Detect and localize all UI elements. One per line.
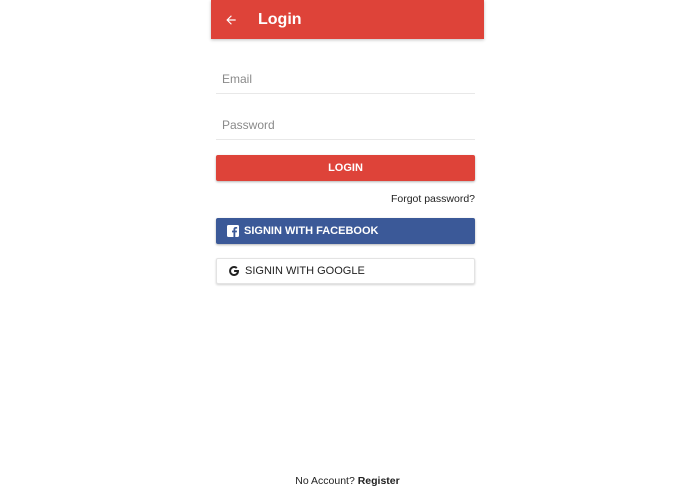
login-button[interactable]: LOGIN [216,155,475,181]
arrow-left-icon [226,14,236,25]
footer: No Account? Register [211,475,484,487]
forgot-password-link[interactable]: Forgot password? [391,193,475,205]
facebook-signin-label: SIGNIN WITH FACEBOOK [244,225,379,237]
back-button[interactable] [213,0,249,39]
facebook-icon [227,225,239,237]
google-icon [228,265,240,277]
google-signin-label: SIGNIN WITH GOOGLE [245,265,365,277]
google-signin-button[interactable]: SIGNIN WITH GOOGLE [216,258,475,284]
app-bar: Login [211,0,484,39]
password-field[interactable] [216,110,475,140]
page-title: Login [258,10,302,28]
no-account-text: No Account? [295,475,355,487]
login-screen: Login LOGIN Forgot password? SIGNIN WITH… [211,0,484,494]
facebook-signin-button[interactable]: SIGNIN WITH FACEBOOK [216,218,475,244]
email-field[interactable] [216,64,475,94]
register-link[interactable]: Register [358,475,400,487]
